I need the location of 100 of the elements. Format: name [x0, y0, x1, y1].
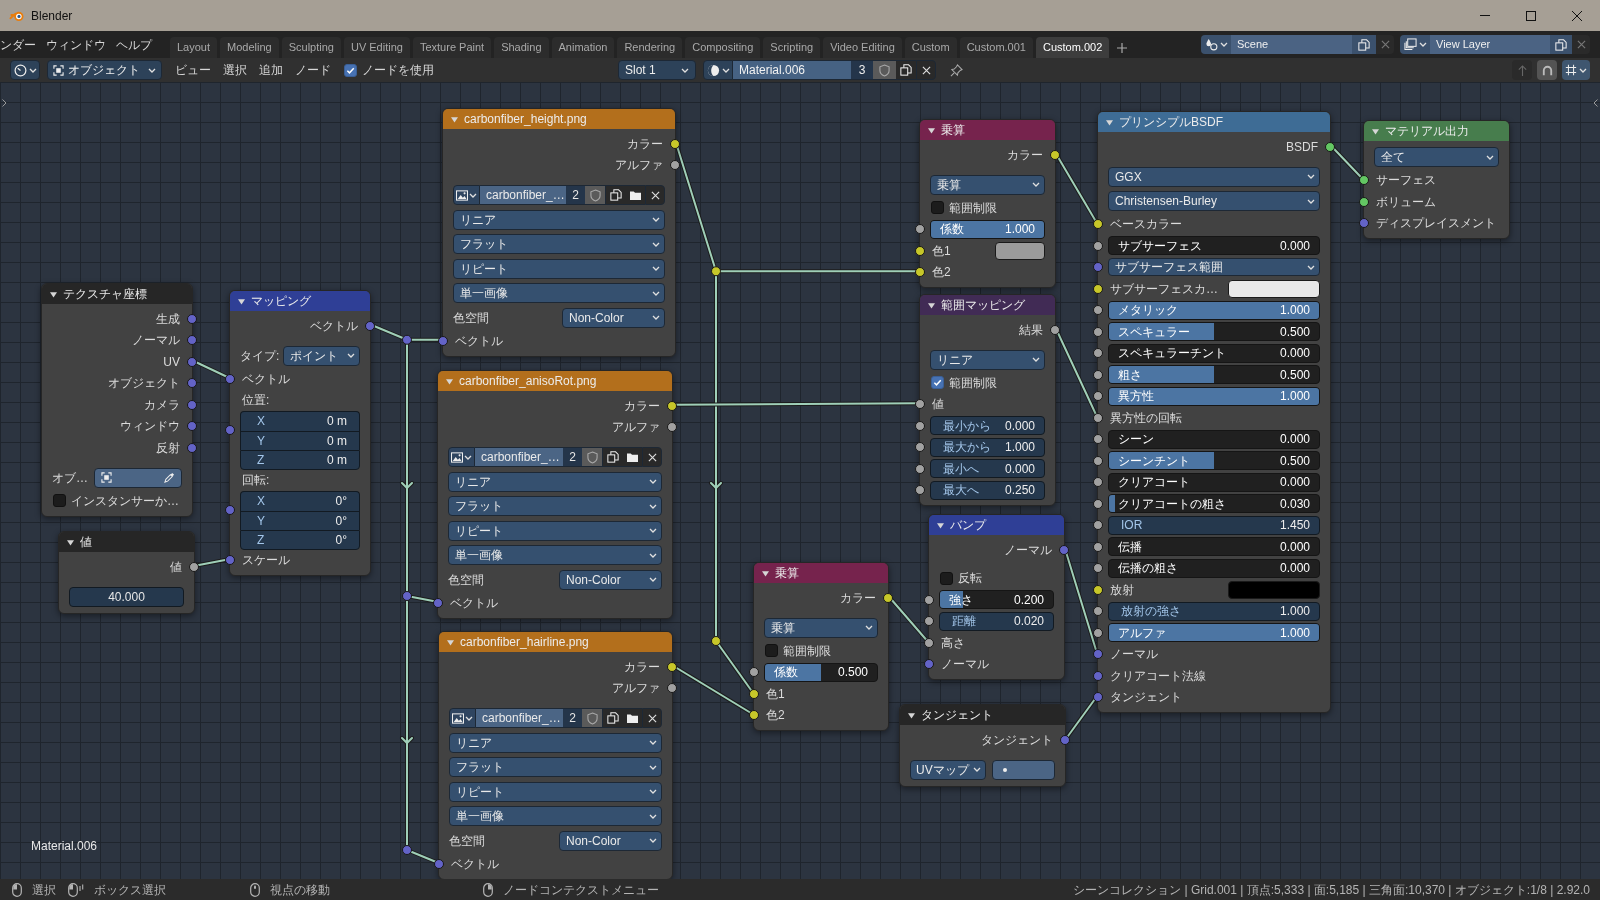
view-layer-browse-button[interactable] [1400, 35, 1430, 54]
socket-icon[interactable] [915, 442, 925, 453]
socket-icon[interactable] [1050, 149, 1060, 160]
dropdown[interactable]: Non-Color [559, 830, 662, 851]
number-field[interactable]: 距離 0.020 [939, 611, 1054, 631]
unlink-button[interactable] [916, 60, 936, 80]
workspace-tab[interactable]: Scripting [763, 37, 821, 58]
view-layer-name-field[interactable]: View Layer [1430, 35, 1550, 54]
unlink-button[interactable] [645, 185, 665, 206]
dropdown[interactable]: フラット [449, 757, 662, 778]
value-field[interactable]: 40.000 [69, 586, 184, 607]
number-field[interactable]: Y 0 m [240, 430, 360, 450]
image-browse-button[interactable] [453, 185, 480, 206]
socket-icon[interactable] [1093, 584, 1103, 595]
workspace-tab[interactable]: Layout [170, 37, 218, 58]
slider-field[interactable]: スペキュラーチント 0.000 [1108, 343, 1320, 363]
socket-icon[interactable] [915, 485, 925, 496]
new-scene-button[interactable] [1352, 35, 1376, 54]
unlink-button[interactable] [642, 708, 662, 729]
socket-icon[interactable] [1093, 627, 1103, 638]
node-header[interactable]: carbonfiber_hairline.png [439, 632, 672, 652]
fake-user-toggle[interactable] [873, 60, 896, 80]
dropdown[interactable]: GGX [1108, 166, 1320, 187]
collapse-triangle-icon[interactable] [928, 301, 935, 309]
open-image-button[interactable] [622, 447, 642, 468]
socket-icon[interactable] [883, 592, 893, 603]
new-material-button[interactable] [896, 60, 916, 80]
user-count[interactable]: 2 [563, 447, 582, 468]
color-swatch-icon[interactable] [1227, 580, 1320, 599]
number-field[interactable]: 最小へ 0.000 [930, 459, 1045, 479]
socket-icon[interactable] [1093, 283, 1103, 294]
socket-icon[interactable] [1359, 175, 1369, 186]
new-image-button[interactable] [602, 447, 622, 468]
socket-icon[interactable] [1093, 326, 1103, 337]
socket-icon[interactable] [1093, 477, 1103, 488]
workspace-tab[interactable]: Compositing [685, 37, 761, 58]
collapse-triangle-icon[interactable] [238, 297, 245, 305]
image-browse-button[interactable] [449, 708, 476, 729]
workspace-tab[interactable]: UV Editing [343, 37, 410, 58]
node-header[interactable]: 乗算 [754, 563, 888, 583]
socket-icon[interactable] [667, 400, 677, 411]
socket-icon[interactable] [1325, 141, 1335, 152]
collapse-triangle-icon[interactable] [50, 290, 57, 298]
editor-type-button[interactable] [10, 60, 40, 80]
node-header[interactable]: プリンシプルBSDF [1098, 112, 1330, 132]
socket-icon[interactable] [749, 688, 759, 699]
number-field[interactable]: 最小から 0.000 [930, 416, 1045, 436]
socket-icon[interactable] [1093, 348, 1103, 359]
number-field[interactable]: 最大へ 0.250 [930, 480, 1045, 500]
workspace-tab[interactable]: Custom.001 [959, 37, 1033, 58]
slider-field[interactable]: クリアコートの粗さ 0.030 [1108, 494, 1320, 514]
dropdown[interactable]: リピート [453, 258, 665, 279]
dropdown[interactable]: Christensen-Burley [1108, 191, 1320, 212]
node-header[interactable]: 範囲マッピング [920, 295, 1055, 315]
dropdown[interactable]: 全て [1374, 147, 1499, 168]
socket-icon[interactable] [1093, 240, 1103, 251]
node-header[interactable]: マッピング [230, 291, 370, 311]
socket-icon[interactable] [189, 561, 199, 572]
dropdown[interactable]: リニア [453, 209, 665, 230]
socket-icon[interactable] [924, 637, 934, 648]
mode-dropdown[interactable]: オブジェクト [47, 60, 162, 80]
socket-icon[interactable] [667, 661, 677, 672]
socket-icon[interactable] [667, 422, 677, 433]
scene-browse-button[interactable] [1201, 35, 1231, 54]
new-view-layer-button[interactable] [1550, 35, 1572, 54]
slider-field[interactable]: 係数 0.500 [764, 662, 878, 682]
dropdown[interactable]: リピート [449, 781, 662, 802]
socket-icon[interactable] [915, 399, 925, 410]
workspace-tab[interactable]: Modeling [220, 37, 279, 58]
socket-icon[interactable] [1093, 391, 1103, 402]
socket-icon[interactable] [1093, 305, 1103, 316]
object-field[interactable] [94, 467, 182, 488]
fake-user-toggle[interactable] [585, 185, 605, 206]
socket-icon[interactable] [749, 667, 759, 678]
slider-field[interactable]: メタリック 1.000 [1108, 300, 1320, 320]
open-image-button[interactable] [625, 185, 645, 206]
node-header[interactable]: 乗算 [920, 120, 1055, 140]
slider-field[interactable]: クリアコート 0.000 [1108, 472, 1320, 492]
node-header[interactable]: テクスチャ座標 [42, 284, 192, 304]
collapse-triangle-icon[interactable] [928, 126, 935, 134]
number-field[interactable]: X 0° [240, 491, 360, 511]
socket-icon[interactable] [915, 245, 925, 256]
number-field[interactable]: IOR 1.450 [1108, 515, 1320, 535]
fake-user-toggle[interactable] [582, 708, 602, 729]
menu-item[interactable]: 選択 [217, 60, 253, 80]
new-image-button[interactable] [602, 708, 622, 729]
socket-icon[interactable] [1093, 434, 1103, 445]
dropdown[interactable]: ポイント [283, 345, 360, 366]
socket-icon[interactable] [1093, 541, 1103, 552]
image-name-field[interactable]: carbonfiber_… [480, 185, 566, 206]
scene-name-field[interactable]: Scene [1231, 35, 1352, 54]
checkbox[interactable] [940, 571, 953, 585]
image-name-field[interactable]: carbonfiber_… [476, 708, 563, 729]
dropdown[interactable]: UVマップ [910, 759, 986, 780]
unlink-button[interactable] [642, 447, 662, 468]
slider-field[interactable]: 係数 1.000 [930, 219, 1045, 239]
material-name-field[interactable]: Material.006 [733, 60, 851, 80]
dropdown[interactable]: サブサーフェス範囲 [1108, 258, 1320, 277]
node-header[interactable]: バンプ [929, 515, 1064, 535]
number-field[interactable]: 最大から 1.000 [930, 437, 1045, 457]
